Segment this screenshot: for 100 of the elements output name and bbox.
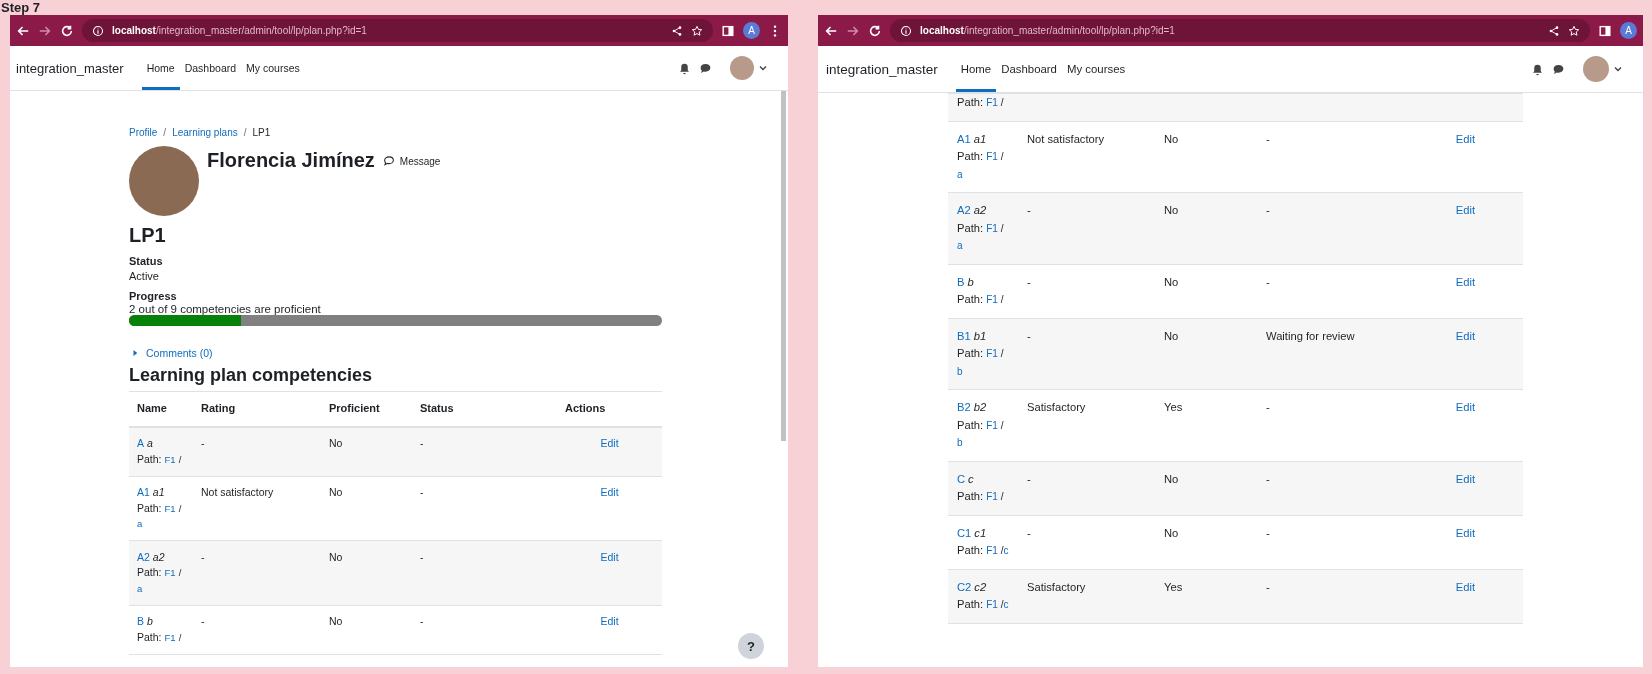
path-separator: /	[1000, 96, 1004, 110]
nav-link[interactable]: Home	[141, 46, 180, 90]
address-bar[interactable]: localhost/integration_master/admin/tool/lp/plan.php?id=1	[890, 19, 1590, 42]
bell-icon[interactable]	[1531, 62, 1544, 76]
nav-link[interactable]: My courses	[1061, 46, 1131, 92]
path-label: Path:	[957, 95, 984, 110]
column-header: Rating	[200, 401, 237, 416]
edit-link[interactable]: Edit	[1455, 401, 1476, 413]
edit-link[interactable]: Edit	[600, 437, 619, 449]
status-cell: -	[420, 550, 424, 563]
status-cell: Waiting for review	[1266, 329, 1355, 342]
path-separator: /	[178, 630, 182, 645]
nav-link[interactable]: Dashboard	[996, 46, 1062, 92]
side-panel-icon[interactable]	[721, 23, 735, 38]
path-link[interactable]: a	[957, 237, 963, 255]
column-header: Name	[136, 401, 168, 416]
path-link[interactable]: F1	[986, 596, 998, 614]
competency-link[interactable]: C2	[957, 580, 972, 593]
edit-link[interactable]: Edit	[600, 550, 619, 563]
path-link[interactable]: F1	[164, 565, 176, 581]
path-link[interactable]: F1	[986, 345, 998, 363]
status-cell: -	[1266, 580, 1270, 593]
edit-link[interactable]: Edit	[600, 486, 619, 498]
path-link[interactable]: b	[957, 362, 963, 380]
competency-link[interactable]: A1	[957, 132, 971, 145]
competency-link[interactable]: B	[957, 275, 965, 288]
reload-icon[interactable]	[868, 23, 882, 38]
competency-link[interactable]: B2	[957, 401, 971, 413]
address-bar[interactable]: localhost/integration_master/admin/tool/lp/plan.php?id=1	[82, 19, 713, 42]
path-link[interactable]: a	[137, 516, 143, 532]
chat-icon[interactable]	[1552, 62, 1565, 76]
site-name[interactable]: integration_master	[16, 46, 124, 90]
message-link[interactable]: Message	[382, 155, 441, 167]
star-icon[interactable]	[1568, 24, 1580, 37]
path-link[interactable]: b	[957, 434, 963, 452]
section-heading: Learning plan competencies	[129, 365, 374, 386]
chat-icon[interactable]	[699, 61, 712, 75]
bell-icon[interactable]	[678, 61, 691, 75]
competency-link[interactable]: A1	[137, 486, 150, 498]
competency-name: a1	[973, 132, 987, 145]
path-label: Path:	[957, 597, 984, 612]
competency-link[interactable]: A	[137, 437, 144, 449]
reload-icon[interactable]	[60, 23, 74, 38]
edit-link[interactable]: Edit	[1455, 275, 1476, 288]
share-icon[interactable]	[1548, 24, 1560, 37]
path-link[interactable]: F1	[164, 629, 176, 645]
path-link[interactable]: F1	[164, 500, 176, 516]
competency-link[interactable]: A2	[957, 204, 971, 216]
chevron-down-icon[interactable]	[758, 63, 768, 73]
path-link[interactable]: a	[957, 165, 963, 183]
path-separator: /	[178, 501, 182, 516]
competency-name: b1	[973, 329, 987, 342]
breadcrumb-separator: /	[163, 127, 167, 138]
share-icon[interactable]	[671, 24, 683, 37]
path-link[interactable]: F1	[986, 291, 998, 309]
rating-cell: Satisfactory	[1027, 401, 1086, 413]
competency-link[interactable]: C1	[957, 526, 972, 539]
nav-link[interactable]: My courses	[241, 46, 305, 90]
chevron-down-icon[interactable]	[1613, 64, 1623, 74]
profile-avatar[interactable]: A	[743, 22, 760, 39]
path-link[interactable]: F1	[164, 451, 176, 467]
help-button[interactable]: ?	[738, 633, 764, 659]
site-name[interactable]: integration_master	[826, 46, 938, 92]
path-link[interactable]: F1	[986, 219, 998, 237]
column-header: Actions	[564, 401, 607, 416]
side-panel-icon[interactable]	[1598, 23, 1612, 38]
breadcrumb-link[interactable]: Learning plans	[172, 127, 238, 138]
path-link[interactable]: F1	[986, 488, 998, 506]
scrollbar[interactable]	[781, 91, 786, 441]
edit-link[interactable]: Edit	[1455, 204, 1476, 216]
nav-link[interactable]: Dashboard	[179, 46, 242, 90]
path-link[interactable]: F1	[986, 148, 998, 166]
edit-link[interactable]: Edit	[1455, 132, 1476, 145]
edit-link[interactable]: Edit	[600, 615, 619, 627]
rating-cell: Satisfactory	[1027, 580, 1086, 593]
competency-link[interactable]: A2	[137, 550, 150, 563]
profile-avatar[interactable]: A	[1620, 22, 1637, 39]
star-icon[interactable]	[691, 24, 703, 37]
status-cell: -	[420, 615, 424, 627]
edit-link[interactable]: Edit	[1455, 472, 1476, 485]
edit-link[interactable]: Edit	[1455, 526, 1476, 539]
path-link[interactable]: a	[137, 580, 143, 596]
path-separator: /	[178, 566, 182, 580]
breadcrumb-link[interactable]: Profile	[129, 127, 158, 138]
path-link[interactable]: F1	[986, 542, 998, 560]
proficient-cell: No	[1164, 204, 1179, 216]
competency-link[interactable]: C	[957, 472, 966, 485]
proficient-cell: Yes	[1164, 580, 1183, 593]
progress-label: Progress	[129, 290, 178, 302]
proficient-cell: No	[1164, 132, 1179, 145]
edit-link[interactable]: Edit	[1455, 329, 1476, 342]
breadcrumb-separator: /	[243, 127, 247, 138]
competency-link[interactable]: B1	[957, 329, 971, 342]
edit-link[interactable]: Edit	[1455, 580, 1476, 593]
path-link[interactable]: F1	[986, 416, 998, 434]
path-label: Path:	[137, 565, 162, 580]
comments-toggle[interactable]: Comments (0)	[132, 347, 662, 359]
competency-link[interactable]: B	[137, 615, 144, 627]
path-link[interactable]: F1	[986, 94, 998, 112]
status-cell: -	[1266, 132, 1270, 145]
